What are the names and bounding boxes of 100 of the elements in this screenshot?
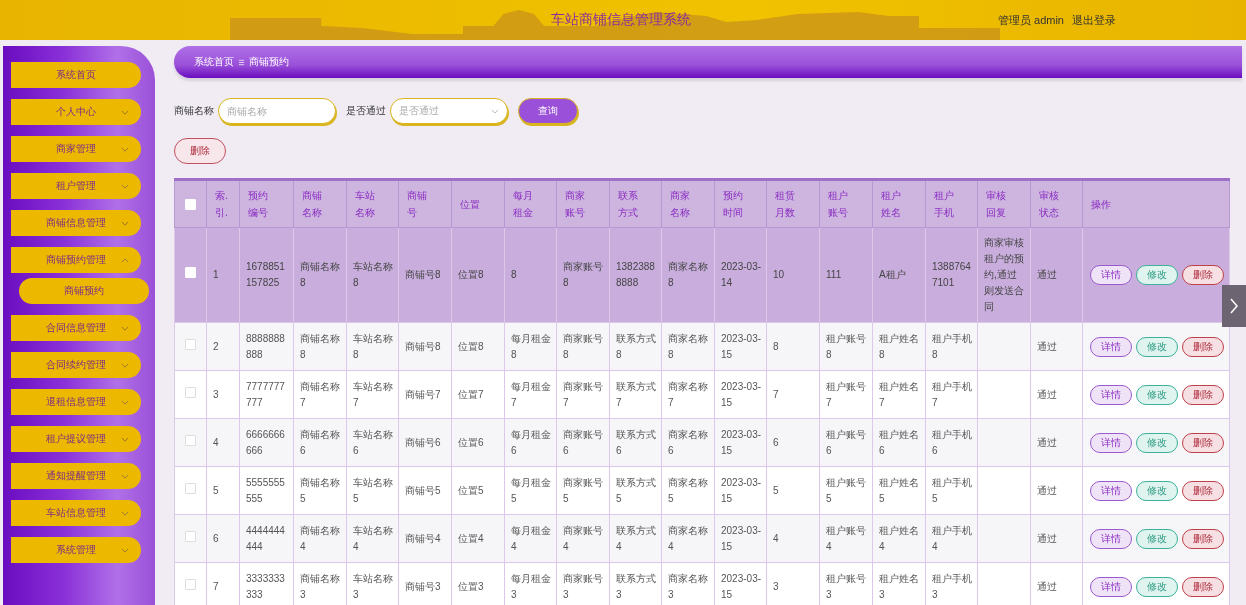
table-cell: 位置6 [451, 418, 505, 467]
table-cell: 租户手机3 [925, 562, 978, 605]
column-header: 租户手机 [925, 179, 978, 228]
breadcrumb-link[interactable]: 商铺预约 [249, 55, 289, 69]
delete-button[interactable]: 删除 [1182, 576, 1224, 597]
search-field[interactable]: 商铺名称 [218, 98, 336, 124]
checkbox[interactable] [185, 386, 196, 398]
menu-item[interactable]: 车站信息管理 [11, 500, 141, 526]
edit-button[interactable]: 修改 [1136, 384, 1178, 405]
table-cell: 通过 [1030, 227, 1083, 323]
table-cell: 2 [206, 322, 240, 371]
menu-item[interactable]: 合同续约管理 [11, 352, 141, 378]
detail-button[interactable]: 详情 [1090, 265, 1132, 285]
field-label: 是否通过 [346, 104, 386, 118]
edit-button[interactable]: 修改 [1136, 576, 1178, 597]
search-button[interactable]: 查询 [518, 98, 578, 124]
table-cell: 7777777777 [239, 370, 294, 419]
delete-button[interactable]: 删除 [1182, 265, 1224, 285]
table-cell: 位置7 [451, 370, 505, 419]
table-cell: 2023-03-15 [714, 418, 767, 467]
detail-button[interactable]: 详情 [1090, 528, 1132, 549]
caret-down-icon [121, 400, 129, 405]
table-cell: 商家账号8 [556, 227, 610, 323]
table-cell: 商铺名称8 [293, 322, 347, 371]
detail-button[interactable]: 详情 [1090, 384, 1132, 405]
menu-item[interactable]: 合同信息管理 [11, 315, 141, 341]
separator-icon [238, 58, 245, 66]
table-cell: 车站名称7 [346, 370, 399, 419]
table-cell: 商铺名称6 [293, 418, 347, 467]
edit-button[interactable]: 修改 [1136, 480, 1178, 501]
table-cell: 8 [766, 322, 820, 371]
checkbox[interactable] [185, 530, 196, 542]
table-cell: 商家名称8 [661, 227, 715, 323]
menu-item[interactable]: 商铺预约管理 [11, 247, 141, 273]
checkbox[interactable] [185, 578, 196, 590]
table-cell: 通过 [1030, 514, 1083, 563]
menu-item[interactable]: 租户提议管理 [11, 426, 141, 452]
delete-button[interactable]: 删除 [1182, 528, 1224, 549]
table-cell: 租户账号6 [819, 418, 873, 467]
logout-link[interactable]: 退出登录 [1072, 12, 1116, 28]
checkbox[interactable] [185, 434, 196, 446]
submenu-item[interactable]: 商铺预约 [19, 278, 149, 304]
table-cell: 商铺名称4 [293, 514, 347, 563]
table-cell: 商铺名称7 [293, 370, 347, 419]
table-cell: 商家账号5 [556, 466, 610, 515]
delete-button[interactable]: 删除 [1182, 384, 1224, 405]
column-header: 位置 [451, 179, 505, 228]
table-cell: 商铺号6 [398, 418, 452, 467]
table-cell: 每月租金7 [504, 370, 557, 419]
table-cell: 13823888888 [609, 227, 662, 323]
breadcrumb-link[interactable]: 系统首页 [194, 55, 234, 69]
table-cell: 联系方式4 [609, 514, 662, 563]
select-field[interactable]: 是否通过 [390, 98, 508, 124]
menu-item[interactable]: 退租信息管理 [11, 389, 141, 415]
table-cell: 租户姓名8 [872, 322, 926, 371]
detail-button[interactable]: 详情 [1090, 432, 1132, 453]
menu-item[interactable]: 系统管理 [11, 537, 141, 563]
menu-item[interactable]: 通知提醒管理 [11, 463, 141, 489]
delete-button[interactable]: 删除 [1182, 432, 1224, 453]
column-header: 租户姓名 [872, 179, 926, 228]
table-cell: 商家名称5 [661, 466, 715, 515]
edit-button[interactable]: 修改 [1136, 432, 1178, 453]
column-header: 审核回复 [977, 179, 1031, 228]
table-cell: 租户账号8 [819, 322, 873, 371]
menu-item[interactable]: 系统首页 [11, 62, 141, 88]
checkbox[interactable] [185, 482, 196, 494]
next-button[interactable] [1222, 285, 1246, 327]
table-cell: 111 [819, 227, 873, 323]
table-cell: 1678851157825 [239, 227, 294, 323]
detail-button[interactable]: 详情 [1090, 336, 1132, 357]
checkbox[interactable] [185, 338, 196, 350]
table-cell: 联系方式8 [609, 322, 662, 371]
detail-button[interactable]: 详情 [1090, 480, 1132, 501]
detail-button[interactable]: 详情 [1090, 576, 1132, 597]
table-cell: 商家名称6 [661, 418, 715, 467]
table-cell: 商家账号6 [556, 418, 610, 467]
menu-item[interactable]: 租户管理 [11, 173, 141, 199]
table-cell [977, 514, 1031, 563]
table-cell: 商家名称4 [661, 514, 715, 563]
table-cell: 6666666666 [239, 418, 294, 467]
delete-button[interactable]: 删除 [1182, 480, 1224, 501]
table-cell: 位置4 [451, 514, 505, 563]
menu-item[interactable]: 商家管理 [11, 136, 141, 162]
delete-button[interactable]: 删除 [174, 138, 226, 164]
table-cell: 商铺号3 [398, 562, 452, 605]
edit-button[interactable]: 修改 [1136, 528, 1178, 549]
caret-down-icon [121, 147, 129, 152]
delete-button[interactable]: 删除 [1182, 336, 1224, 357]
table-cell: 商家账号3 [556, 562, 610, 605]
table-cell: 商铺号7 [398, 370, 452, 419]
edit-button[interactable]: 修改 [1136, 336, 1178, 357]
table-cell: 商家名称3 [661, 562, 715, 605]
table-cell: 商铺名称8 [293, 227, 347, 323]
table-cell: 5 [206, 466, 240, 515]
menu-item[interactable]: 个人中心 [11, 99, 141, 125]
chevron-right-icon [1229, 296, 1239, 316]
caret-down-icon [121, 474, 129, 479]
menu-item[interactable]: 商铺信息管理 [11, 210, 141, 236]
table-cell: 位置3 [451, 562, 505, 605]
edit-button[interactable]: 修改 [1136, 265, 1178, 285]
